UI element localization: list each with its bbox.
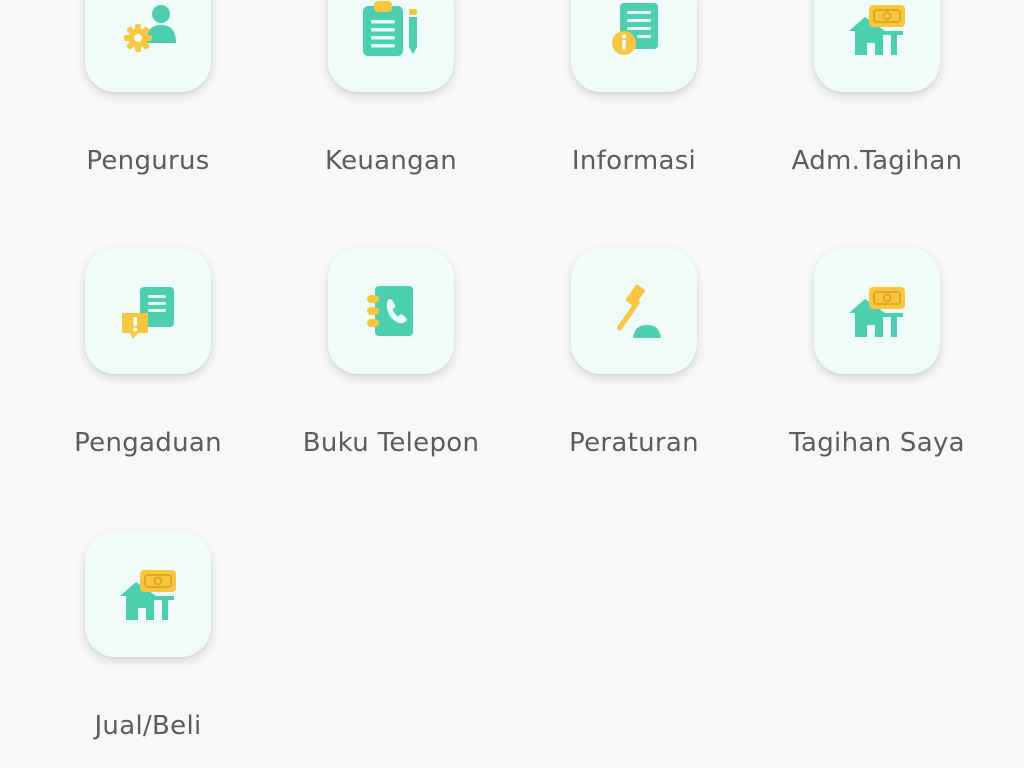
menu-label: Keuangan: [325, 146, 457, 176]
menu-tile: [814, 0, 940, 92]
menu-label: Tagihan Saya: [789, 428, 965, 458]
house-money-icon: [849, 287, 905, 337]
menu-tile: [571, 248, 697, 374]
clipboard-pencil-icon: [363, 1, 417, 56]
menu-item-buku-telepon[interactable]: Buku Telepon: [271, 248, 511, 498]
menu-tile: [85, 0, 211, 92]
phone-book-icon: [367, 286, 413, 336]
house-money-icon: [120, 570, 176, 620]
menu-item-pengaduan[interactable]: Pengaduan: [28, 248, 268, 498]
menu-label: Pengurus: [86, 146, 210, 176]
menu-tile: [328, 0, 454, 92]
menu-tile: [85, 531, 211, 657]
menu-label: Informasi: [571, 146, 697, 176]
admin-gear-user-icon: [124, 5, 176, 52]
menu-item-peraturan[interactable]: Peraturan: [514, 248, 754, 498]
menu-label: Jual/Beli: [94, 711, 202, 741]
menu-item-keuangan[interactable]: Keuangan: [271, 0, 511, 216]
menu-item-pengurus[interactable]: Pengurus: [28, 0, 268, 216]
menu-label: Pengaduan: [74, 428, 222, 458]
gavel-icon: [617, 284, 661, 338]
menu-label: Buku Telepon: [302, 428, 480, 458]
menu-tile: [814, 248, 940, 374]
complaint-chat-icon: [122, 287, 174, 339]
menu-grid: Pengurus Keuangan Informasi Adm.Tagihan …: [0, 0, 1024, 768]
menu-tile: [328, 248, 454, 374]
menu-item-informasi[interactable]: Informasi: [514, 0, 754, 216]
menu-item-adm-tagihan[interactable]: Adm.Tagihan: [757, 0, 997, 216]
menu-tile: [571, 0, 697, 92]
menu-label: Peraturan: [569, 428, 699, 458]
menu-item-tagihan-saya[interactable]: Tagihan Saya: [757, 248, 997, 498]
menu-item-jual-beli[interactable]: Jual/Beli: [28, 531, 268, 768]
menu-tile: [85, 248, 211, 374]
menu-label: Adm.Tagihan: [791, 146, 963, 176]
info-document-icon: [612, 3, 658, 55]
house-money-icon: [849, 5, 905, 55]
